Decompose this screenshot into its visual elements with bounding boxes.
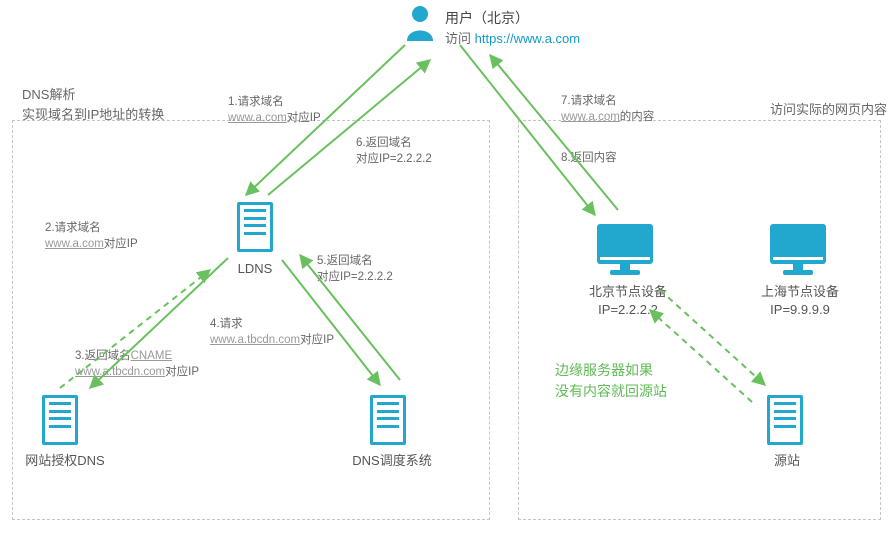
note-1: 边缘服务器如果 [555, 360, 667, 381]
left-title-1: DNS解析 [22, 85, 164, 105]
user-visit: 访问 https://www.a.com [445, 28, 580, 47]
user-icon [405, 5, 435, 41]
s5-pre: 5.返回域名 [317, 255, 373, 267]
step-2: 2.请求域名 www.a.com对应IP [45, 220, 138, 252]
ldns-server-icon [237, 202, 273, 252]
s1-post: 对应IP [287, 112, 321, 124]
shanghai-node-icon [770, 224, 826, 276]
step-7: 7.请求域名 www.a.com的内容 [561, 93, 654, 125]
s5-post: 对应IP=2.2.2.2 [317, 271, 393, 283]
s3-link2: www.a.tbcdn.com [75, 366, 165, 378]
s3-pre: 3.返回域名 [75, 350, 131, 362]
step-4: 4.请求 www.a.tbcdn.com对应IP [210, 316, 334, 348]
visit-url: https://www.a.com [475, 31, 580, 46]
s7-link: www.a.com [561, 111, 620, 123]
step-6: 6.返回域名 对应IP=2.2.2.2 [356, 135, 432, 167]
ldns-label: LDNS [225, 260, 285, 278]
visit-label: 访问 [445, 31, 471, 46]
auth-dns-server-icon [42, 395, 78, 445]
s6-post: 对应IP=2.2.2.2 [356, 153, 432, 165]
shanghai-node-label: 上海节点设备 IP=9.9.9.9 [750, 283, 850, 319]
s3-link1: CNAME [131, 350, 173, 362]
sh-node-ip: IP=9.9.9.9 [750, 301, 850, 319]
bj-node-text: 北京节点设备 [578, 283, 678, 301]
origin-server-icon [767, 395, 803, 445]
s7-post: 的内容 [620, 111, 655, 123]
s2-link: www.a.com [45, 238, 104, 250]
step-3: 3.返回域名CNAME www.a.tbcdn.com对应IP [75, 348, 199, 380]
left-title: DNS解析 实现域名到IP地址的转换 [22, 85, 164, 124]
auth-dns-label: 网站授权DNS [20, 452, 110, 470]
beijing-node-icon [597, 224, 653, 276]
s1-pre: 1.请求域名 [228, 96, 284, 108]
s6-pre: 6.返回域名 [356, 137, 412, 149]
s1-link: www.a.com [228, 112, 287, 124]
s2-post: 对应IP [104, 238, 138, 250]
edge-note: 边缘服务器如果 没有内容就回源站 [555, 360, 667, 402]
s4-link: www.a.tbcdn.com [210, 334, 300, 346]
step-1: 1.请求域名 www.a.com对应IP [228, 94, 321, 126]
origin-label: 源站 [757, 452, 817, 470]
beijing-node-label: 北京节点设备 IP=2.2.2.2 [578, 283, 678, 319]
left-title-2: 实现域名到IP地址的转换 [22, 105, 164, 125]
bj-node-ip: IP=2.2.2.2 [578, 301, 678, 319]
s2-pre: 2.请求域名 [45, 222, 101, 234]
sh-node-text: 上海节点设备 [750, 283, 850, 301]
note-2: 没有内容就回源站 [555, 381, 667, 402]
s3-post: 对应IP [165, 366, 199, 378]
step-5: 5.返回域名 对应IP=2.2.2.2 [317, 253, 393, 285]
dns-sched-label: DNS调度系统 [342, 452, 442, 470]
right-panel [518, 120, 881, 520]
dns-sched-server-icon [370, 395, 406, 445]
s4-pre: 4.请求 [210, 318, 243, 330]
s4-post: 对应IP [300, 334, 334, 346]
user-title: 用户（北京） [445, 8, 529, 28]
s7-pre: 7.请求域名 [561, 95, 617, 107]
right-title: 访问实际的网页内容 [770, 100, 887, 120]
step-8: 8.返回内容 [561, 150, 617, 166]
